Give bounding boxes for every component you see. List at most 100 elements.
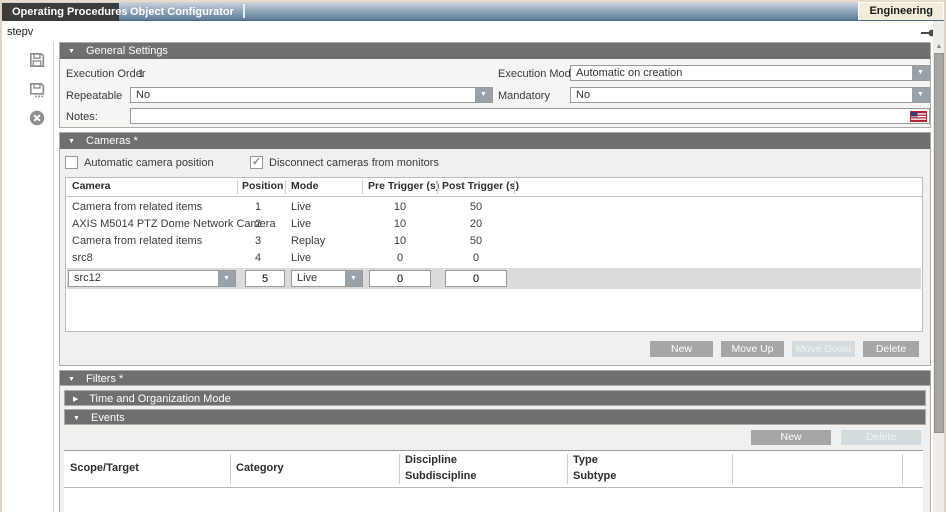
notes-input[interactable] — [130, 108, 930, 124]
chevron-down-icon: ▼ — [475, 88, 492, 102]
new-camera-button[interactable]: New — [650, 341, 713, 357]
automatic-camera-position-label: Automatic camera position — [84, 157, 214, 169]
post-trigger-cell: 0 — [438, 250, 514, 267]
general-settings-header[interactable]: General Settings — [60, 43, 930, 59]
events-table-header: Scope/Target Category Discipline Subdisc… — [64, 451, 923, 488]
position-cell: 2 — [234, 216, 282, 233]
position-cell: 1 — [234, 199, 282, 216]
col-camera[interactable]: Camera — [72, 180, 111, 192]
scrollbar-thumb[interactable] — [934, 53, 944, 433]
position-input[interactable] — [245, 270, 285, 287]
filters-body: Time and Organization Mode Events New De… — [59, 386, 931, 512]
toolbar-divider — [53, 42, 54, 512]
instance-name-label: stepv — [7, 26, 33, 38]
chevron-down-icon: ▼ — [218, 271, 235, 286]
scrollbar-up-arrow[interactable]: ▲ — [934, 42, 944, 51]
save-as-icon — [28, 81, 46, 99]
camera-table-row[interactable]: src8 4 Live 0 0 — [66, 250, 922, 267]
section-title: Filters * — [86, 373, 123, 385]
mode-select[interactable]: Live ▼ — [291, 270, 363, 287]
move-down-button[interactable]: Move Down — [792, 341, 855, 357]
cameras-header[interactable]: Cameras * — [60, 133, 930, 149]
save-as-button[interactable] — [28, 81, 46, 99]
col-scope-target[interactable]: Scope/Target — [70, 462, 139, 474]
delete-event-button[interactable]: Delete — [841, 430, 921, 445]
post-trigger-cell: 20 — [438, 216, 514, 233]
mode-select-value: Live — [297, 271, 317, 286]
col-type[interactable]: Type — [573, 454, 598, 466]
post-trigger-cell: 50 — [438, 233, 514, 250]
top-tab-bar: Operating Procedures Object Configurator… — [2, 0, 944, 21]
mandatory-value: No — [576, 88, 590, 102]
delete-camera-button[interactable]: Delete — [863, 341, 919, 357]
move-up-button[interactable]: Move Up — [721, 341, 784, 357]
notes-label: Notes: — [66, 111, 98, 123]
section-title: General Settings — [86, 45, 168, 57]
camera-table-row[interactable]: AXIS M5014 PTZ Dome Network Camera 2 Liv… — [66, 216, 922, 233]
cancel-icon — [28, 109, 46, 127]
col-pre-trigger[interactable]: Pre Trigger (s) — [368, 180, 439, 192]
mode-cell: Replay — [291, 233, 325, 250]
time-org-mode-header[interactable]: Time and Organization Mode — [64, 390, 926, 406]
position-cell: 4 — [234, 250, 282, 267]
section-title: Time and Organization Mode — [89, 393, 230, 405]
cancel-button[interactable] — [28, 109, 46, 127]
events-header[interactable]: Events — [64, 409, 926, 425]
application-window: Operating Procedures Object Configurator… — [0, 0, 946, 512]
mandatory-dropdown[interactable]: No ▼ — [570, 87, 930, 103]
execution-mode-value: Automatic on creation — [576, 66, 682, 80]
pre-trigger-cell: 10 — [362, 199, 438, 216]
save-icon — [28, 51, 46, 69]
chevron-down-icon: ▼ — [345, 271, 362, 286]
col-subtype[interactable]: Subtype — [573, 470, 616, 482]
mode-cell: Live — [291, 216, 311, 233]
col-subdiscipline[interactable]: Subdiscipline — [405, 470, 477, 482]
mandatory-label: Mandatory — [498, 90, 550, 102]
camera-edit-row[interactable]: src12 ▼ Live ▼ — [67, 268, 921, 289]
automatic-camera-position-checkbox[interactable] — [65, 156, 78, 169]
execution-order-label: Execution Order — [66, 68, 145, 80]
col-category[interactable]: Category — [236, 462, 284, 474]
chevron-down-icon: ▼ — [912, 66, 929, 80]
camera-cell: src8 — [72, 250, 93, 267]
camera-cell: Camera from related items — [72, 199, 202, 216]
section-title: Cameras * — [86, 135, 138, 147]
language-flag-icon — [910, 111, 927, 122]
tab-engineering[interactable]: Engineering — [858, 2, 944, 20]
mode-cell: Live — [291, 199, 311, 216]
tab-object-configurator[interactable]: Object Configurator — [120, 3, 244, 21]
disconnect-cameras-checkbox[interactable] — [250, 156, 263, 169]
camera-table-row[interactable]: Camera from related items 1 Live 10 50 — [66, 199, 922, 216]
pre-trigger-input[interactable] — [369, 270, 431, 287]
pre-trigger-cell: 0 — [362, 250, 438, 267]
section-title: Events — [91, 412, 125, 424]
camera-table-row[interactable]: Camera from related items 3 Replay 10 50 — [66, 233, 922, 250]
col-post-trigger[interactable]: Post Trigger (s) — [442, 180, 519, 192]
chevron-down-icon: ▼ — [912, 88, 929, 102]
execution-mode-dropdown[interactable]: Automatic on creation ▼ — [570, 65, 930, 81]
col-position[interactable]: Position — [242, 180, 283, 192]
collapse-arrow-icon — [68, 44, 75, 60]
tab-operating-procedures[interactable]: Operating Procedures — [2, 3, 119, 21]
save-button[interactable] — [28, 51, 46, 69]
repeatable-value: No — [136, 88, 150, 102]
tab-separator — [243, 4, 245, 18]
post-trigger-cell: 50 — [438, 199, 514, 216]
camera-cell: Camera from related items — [72, 233, 202, 250]
pre-trigger-cell: 10 — [362, 233, 438, 250]
repeatable-dropdown[interactable]: No ▼ — [130, 87, 493, 103]
cameras-table-header: Camera Position Mode Pre Trigger (s) Pos… — [66, 178, 922, 197]
camera-select[interactable]: src12 ▼ — [68, 270, 236, 287]
cameras-panel: Cameras * Automatic camera position Disc… — [59, 132, 931, 366]
mode-cell: Live — [291, 250, 311, 267]
filters-header[interactable]: Filters * — [59, 370, 931, 386]
general-settings-panel: General Settings Execution Order 1 Execu… — [59, 42, 931, 128]
new-event-button[interactable]: New — [751, 430, 831, 445]
col-discipline[interactable]: Discipline — [405, 454, 457, 466]
position-cell: 3 — [234, 233, 282, 250]
pre-trigger-cell: 10 — [362, 216, 438, 233]
camera-select-value: src12 — [74, 271, 101, 286]
col-mode[interactable]: Mode — [291, 180, 318, 192]
post-trigger-input[interactable] — [445, 270, 507, 287]
cameras-table: Camera Position Mode Pre Trigger (s) Pos… — [65, 177, 923, 332]
